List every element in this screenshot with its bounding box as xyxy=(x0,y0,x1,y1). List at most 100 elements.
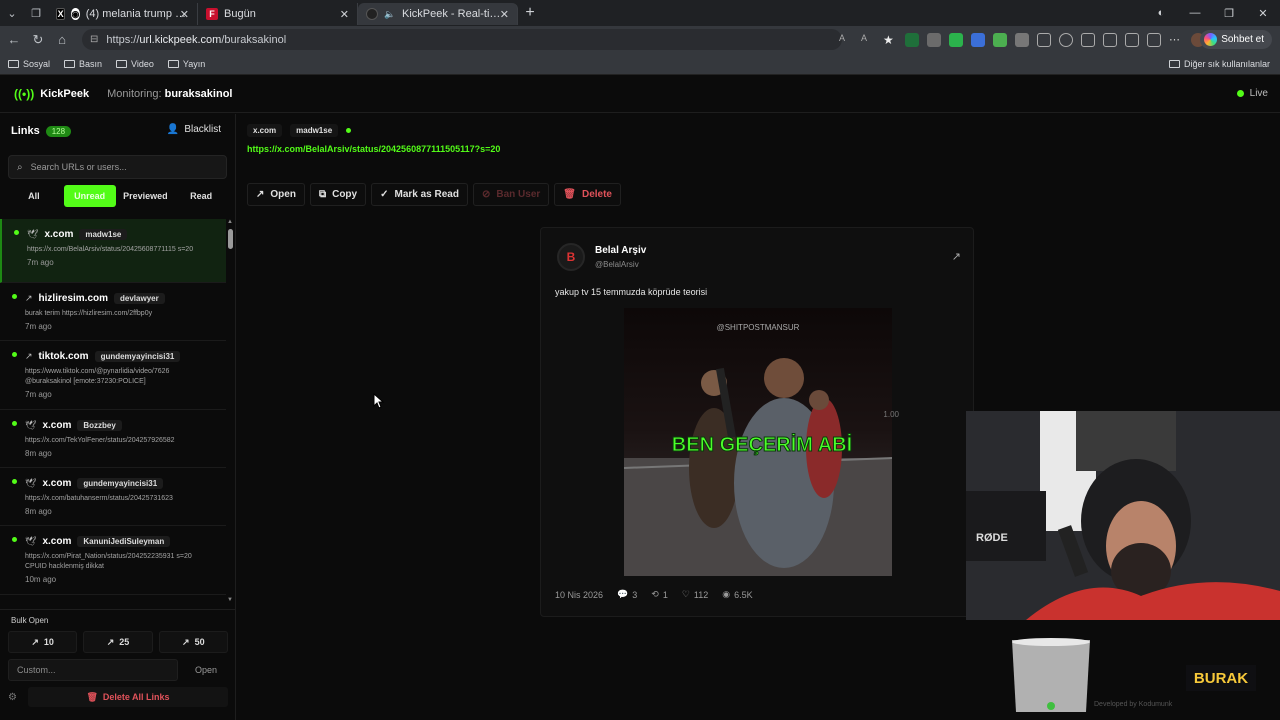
extension-icon[interactable] xyxy=(993,32,1007,47)
minimize-icon[interactable]: — xyxy=(1178,7,1212,19)
browser-tab-x-search[interactable]: X ◉ (4) melania trump - Arama / X ✕ xyxy=(48,3,198,25)
filter-previewed[interactable]: Previewed xyxy=(120,185,172,207)
app-header: ((•)) KickPeek Monitoring: buraksakinol … xyxy=(0,76,1280,113)
custom-open-button[interactable]: Open xyxy=(184,659,228,681)
folder-icon xyxy=(167,59,179,68)
broadcast-icon: ((•)) xyxy=(14,87,35,101)
extension-icon[interactable] xyxy=(971,32,985,47)
favorite-star-icon[interactable]: ★ xyxy=(883,33,897,47)
trash-icon: 🗑 xyxy=(563,189,576,200)
delete-all-links-button[interactable]: 🗑 Delete All Links xyxy=(28,687,228,707)
mark-as-read-button[interactable]: ✓ Mark as Read xyxy=(371,183,468,206)
blacklist-button[interactable]: 👤 Blacklist xyxy=(167,124,221,135)
tweet-date: 10 Nis 2026 xyxy=(555,589,604,600)
window-controls: ◐ — ❐ ✕ xyxy=(1144,0,1280,26)
bookmark-folder[interactable]: Yayın xyxy=(167,59,205,69)
more-menu-icon[interactable]: ⋯ xyxy=(1169,33,1183,47)
new-tab-button[interactable]: + xyxy=(518,4,542,22)
settings-gear-icon[interactable]: ⚙ xyxy=(8,692,28,703)
trash-icon: 🗑 xyxy=(86,691,98,702)
list-item[interactable]: 🕊 x.com madw1se https://x.com/BelalArsiv/s… xyxy=(0,219,226,283)
bookmark-folder[interactable]: Basın xyxy=(64,59,102,69)
bulk-open-25-button[interactable]: ↗ 25 xyxy=(83,631,153,653)
maximize-icon[interactable]: ❐ xyxy=(1212,7,1246,20)
url-host: url.kickpeek.com xyxy=(139,33,222,46)
delete-label: Delete xyxy=(581,189,612,200)
copilot-chat-button[interactable]: Sohbet et xyxy=(1200,30,1272,49)
external-link-icon: ↗ xyxy=(182,636,190,647)
extension-icon[interactable] xyxy=(927,32,941,47)
custom-count-input[interactable] xyxy=(8,659,178,681)
profile-icon[interactable]: ◐ xyxy=(1144,7,1178,19)
extension-icon[interactable] xyxy=(1015,32,1029,47)
close-tab-icon[interactable]: ✕ xyxy=(180,8,189,21)
bookmark-folder[interactable]: Sosyal xyxy=(8,59,50,69)
ban-user-button[interactable]: ⊘ Ban User xyxy=(472,183,550,206)
filter-unread[interactable]: Unread xyxy=(63,185,116,207)
url-path: /buraksakinol xyxy=(221,33,287,46)
audio-icon: ◉ xyxy=(71,8,80,20)
eye-icon: ◉ xyxy=(722,589,731,599)
downloads-icon[interactable] xyxy=(1147,32,1161,47)
link-url[interactable]: https://x.com/BelalArsiv/status/20425608… xyxy=(247,144,500,154)
bulk-open-50-button[interactable]: ↗ 50 xyxy=(158,631,228,653)
translate-icon[interactable]: A xyxy=(839,33,853,47)
bookmark-folder[interactable]: Video xyxy=(116,59,154,69)
scroll-up-icon[interactable]: ▲ xyxy=(227,219,233,225)
close-tab-icon[interactable]: ✕ xyxy=(340,8,349,21)
streamer-badge: BURAK xyxy=(1186,665,1256,691)
browser-tab-bugun[interactable]: F Bugün ✕ xyxy=(198,3,358,25)
twitter-link-icon: 🕊 xyxy=(25,419,37,430)
home-icon[interactable]: ⌂ xyxy=(50,32,74,47)
fotomac-logo-icon: F xyxy=(206,8,218,20)
tab-actions-menu-icon[interactable]: ⌄ xyxy=(0,0,24,26)
back-icon[interactable]: ← xyxy=(2,32,26,47)
extension-icon[interactable] xyxy=(949,32,963,47)
filter-read[interactable]: Read xyxy=(175,185,227,207)
extension-icon[interactable] xyxy=(1125,32,1139,47)
scroll-thumb[interactable] xyxy=(228,229,233,249)
blacklist-label: Blacklist xyxy=(184,124,221,135)
unread-dot-icon xyxy=(346,128,352,133)
folder-icon xyxy=(8,59,19,68)
external-link-icon[interactable]: ↗ xyxy=(952,250,961,263)
copilot-logo-icon xyxy=(1204,33,1218,46)
address-bar[interactable]: ⊟ https://url.kickpeek.com/buraksakinol xyxy=(82,29,842,50)
item-user: gundemyayincisi31 xyxy=(94,350,181,362)
read-aloud-icon[interactable]: A xyxy=(861,33,875,47)
list-item[interactable]: ↗ hizliresim.com devlawyer burak terim htt… xyxy=(0,283,226,341)
scroll-down-icon[interactable]: ▼ xyxy=(227,597,233,603)
author-name: Belal Arşiv xyxy=(595,245,647,256)
copy-button[interactable]: ⧉ Copy xyxy=(309,183,367,206)
search-input[interactable] xyxy=(30,162,211,172)
tweet-video[interactable]: @SHITPOSTMANSUR BEN GEÇERİM ABİ xyxy=(624,308,892,576)
open-button[interactable]: ↗ Open xyxy=(247,183,305,206)
bulk-open-panel: Bulk Open ↗ 10 ↗ 25 ↗ 50 Open ⚙ 🗑 Delete All… xyxy=(0,609,236,707)
list-item[interactable]: 🕊 x.com KanuniJediSuleyman https://x.com/P… xyxy=(0,526,226,595)
list-item[interactable]: ↗ tiktok.com gundemyayincisi31 https://www… xyxy=(0,341,226,410)
brand: ((•)) KickPeek xyxy=(14,87,89,101)
list-item[interactable]: 🕊 x.com Bozzbey https://x.com/TekYolFener/… xyxy=(0,410,226,468)
extension-icon[interactable] xyxy=(905,32,919,47)
site-info-icon[interactable]: ⊟ xyxy=(90,34,98,45)
item-domain: tiktok.com xyxy=(38,350,89,362)
split-screen-icon[interactable] xyxy=(1037,32,1051,47)
close-tab-icon[interactable]: ✕ xyxy=(500,8,509,21)
close-window-icon[interactable]: ✕ xyxy=(1246,7,1280,20)
other-bookmarks[interactable]: Diğer sık kullanılanlar xyxy=(1168,53,1270,75)
extension-icon[interactable] xyxy=(1103,32,1117,47)
delete-button[interactable]: 🗑 Delete xyxy=(554,183,621,206)
unread-dot-icon xyxy=(12,421,17,426)
filter-all[interactable]: All xyxy=(8,185,60,207)
list-item[interactable]: 🕊 x.com gundemyayincisi31 https://x.com/ba… xyxy=(0,468,226,526)
extension-icon[interactable] xyxy=(1059,32,1073,47)
refresh-icon[interactable]: ↻ xyxy=(26,32,50,48)
bulk-open-10-button[interactable]: ↗ 10 xyxy=(8,631,78,653)
favorites-icon[interactable] xyxy=(1081,32,1095,47)
speaker-icon: 🔈 xyxy=(384,8,396,19)
workspaces-icon[interactable]: ❐ xyxy=(24,0,48,26)
list-scrollbar[interactable]: ▲ ▼ xyxy=(227,219,234,603)
item-text: https://www.tiktok.com/@pynarlidia/video… xyxy=(25,368,170,385)
browser-tab-kickpeek[interactable]: 🔈 KickPeek - Real-time URL Cra ✕ xyxy=(358,3,518,25)
webcam-overlay: RØDE xyxy=(966,411,1280,620)
